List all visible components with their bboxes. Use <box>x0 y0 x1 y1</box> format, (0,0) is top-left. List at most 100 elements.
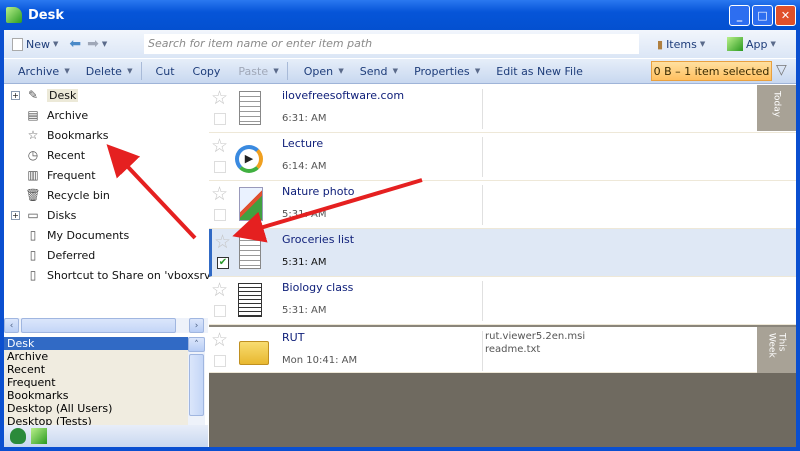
folder-icon: ▯ <box>29 228 37 242</box>
search-input[interactable]: Search for item name or enter item path <box>144 34 639 54</box>
attachment-file[interactable]: readme.txt <box>485 343 585 356</box>
main-toolbar: New ▼ ⬅ ➡ ▼ Search for item name or enter … <box>4 30 796 58</box>
delete-button[interactable]: Delete ▼ <box>78 65 141 78</box>
properties-button[interactable]: Properties ▼ <box>406 65 488 78</box>
app-menu-button[interactable]: App ▼ <box>719 37 784 51</box>
selection-status-badge: 0 B – 1 item selected <box>651 61 772 81</box>
media-icon: ▶ <box>235 145 263 173</box>
item-checkbox[interactable] <box>214 355 226 367</box>
scroll-left-button[interactable]: ‹ <box>4 318 19 333</box>
close-button[interactable]: ✕ <box>775 5 796 26</box>
notepad-icon <box>239 91 261 125</box>
cut-button[interactable]: Cut <box>142 65 189 78</box>
minimize-button[interactable]: _ <box>729 5 750 26</box>
attachments: rut.viewer5.2en.msi readme.txt <box>485 330 585 356</box>
desk-list-item[interactable]: Desktop (Tests) <box>4 415 188 425</box>
scroll-right-button[interactable]: › <box>189 318 204 333</box>
back-button[interactable]: ⬅ <box>66 36 84 52</box>
send-button[interactable]: Send ▼ <box>352 65 406 78</box>
item-checkbox[interactable] <box>214 161 226 173</box>
star-icon[interactable]: ☆ <box>211 281 228 300</box>
star-icon: ☆ <box>27 128 39 142</box>
open-button[interactable]: Open ▼ <box>288 65 352 78</box>
item-list: ☆ ilovefreesoftware.com 6:31: AM ☆ ▶ Lect… <box>209 85 796 447</box>
list-item[interactable]: ☆ ✔ Groceries list 5:31: AM <box>209 229 796 277</box>
desk-list-item[interactable]: Desk <box>4 337 188 350</box>
list-item[interactable]: ☆ ▶ Lecture 6:14: AM <box>209 133 796 181</box>
items-menu-button[interactable]: ▮ Items ▼ <box>649 38 713 51</box>
list-item[interactable]: ☆ ilovefreesoftware.com 6:31: AM <box>209 85 796 133</box>
item-checkbox[interactable] <box>214 209 226 221</box>
disk-icon: ▭ <box>27 208 39 222</box>
star-icon[interactable]: ☆ <box>211 331 228 350</box>
feather-icon: ✎ <box>27 88 39 102</box>
item-checkbox[interactable]: ✔ <box>217 257 229 269</box>
tree-item-recycle-bin[interactable]: 🗑 Recycle bin <box>4 185 109 205</box>
tree-item-deferred[interactable]: ▯ Deferred <box>4 245 96 265</box>
new-document-icon <box>12 37 23 51</box>
scroll-thumb[interactable] <box>189 354 204 416</box>
window-title: Desk <box>28 7 64 23</box>
attachment-file[interactable]: rut.viewer5.2en.msi <box>485 330 585 343</box>
archive-box-icon: ▤ <box>27 108 39 122</box>
forward-arrow-icon: ➡ <box>87 36 99 52</box>
desk-list-scrollbar[interactable]: ˄ <box>188 337 205 425</box>
back-arrow-icon: ⬅ <box>69 36 82 52</box>
star-icon[interactable]: ☆ <box>211 137 228 156</box>
group-label-this-week: This Week <box>757 327 796 373</box>
desk-list-item[interactable]: Recent <box>4 363 188 376</box>
app-icon[interactable] <box>31 428 47 444</box>
expand-icon[interactable]: + <box>11 90 20 100</box>
items-icon: ▮ <box>657 37 664 51</box>
tree-item-recent[interactable]: ◷ Recent <box>4 145 85 165</box>
desk-list-item[interactable]: Desktop (All Users) <box>4 402 188 415</box>
tree-item-frequent[interactable]: ▥ Frequent <box>4 165 95 185</box>
paint-icon <box>239 187 263 221</box>
folder-icon: ▯ <box>29 268 37 282</box>
star-icon[interactable]: ☆ <box>211 185 228 204</box>
bars-icon: ▥ <box>27 168 39 182</box>
scroll-up-button[interactable]: ˄ <box>188 337 205 352</box>
tree-item-archive[interactable]: ▤ Archive <box>4 105 88 125</box>
tree-item-bookmarks[interactable]: ☆ Bookmarks <box>4 125 109 145</box>
desk-list: Desk Archive Recent Frequent Bookmarks D… <box>4 337 188 425</box>
folder-icon: ▯ <box>29 248 37 262</box>
tree-horizontal-scrollbar[interactable]: ‹ › <box>4 318 208 333</box>
item-checkbox[interactable] <box>214 305 226 317</box>
forward-button[interactable]: ➡ ▼ <box>84 36 110 52</box>
new-button[interactable]: New ▼ <box>4 37 66 51</box>
star-icon[interactable]: ☆ <box>211 89 228 108</box>
scroll-thumb[interactable] <box>21 318 176 333</box>
filter-icon[interactable]: ▽ <box>776 62 787 78</box>
title-bar: Desk _ □ ✕ <box>0 0 800 30</box>
expand-icon[interactable]: + <box>11 210 20 220</box>
clock-icon: ◷ <box>27 148 39 162</box>
desk-list-item[interactable]: Frequent <box>4 376 188 389</box>
desk-list-item[interactable]: Archive <box>4 350 188 363</box>
paste-button[interactable]: Paste ▼ <box>230 65 286 78</box>
folder-tree: + ✎ Desk ▤ Archive ☆ Bookmarks ◷ Recent ▥ Freq… <box>4 85 236 317</box>
document-icon <box>238 283 262 317</box>
app-logo-icon <box>6 7 22 23</box>
list-item[interactable]: ☆ Biology class 5:31: AM <box>209 277 796 325</box>
notepad-icon <box>239 235 261 269</box>
tree-item-disks[interactable]: + ▭ Disks <box>4 205 76 225</box>
group-label-today: Today <box>757 85 796 131</box>
tree-item-my-documents[interactable]: ▯ My Documents <box>4 225 130 245</box>
folder-icon <box>239 341 269 365</box>
app-icon <box>727 37 743 51</box>
desk-list-item[interactable]: Bookmarks <box>4 389 188 402</box>
tree-item-share-shortcut[interactable]: ▯ Shortcut to Share on 'vboxsrv' (E:) <box>4 265 237 285</box>
mouse-icon[interactable] <box>10 428 26 444</box>
bottom-bar <box>4 425 208 447</box>
list-item[interactable]: ☆ RUT Mon 10:41: AM rut.viewer5.2en.msi re… <box>209 325 796 373</box>
star-icon[interactable]: ☆ <box>214 233 231 252</box>
list-item[interactable]: ☆ Nature photo 5:31: AM <box>209 181 796 229</box>
edit-as-new-file-button[interactable]: Edit as New File <box>488 65 591 78</box>
archive-button[interactable]: Archive ▼ <box>4 65 78 78</box>
copy-button[interactable]: Copy <box>189 65 231 78</box>
tree-item-desk[interactable]: + ✎ Desk <box>4 85 79 105</box>
maximize-button[interactable]: □ <box>752 5 773 26</box>
item-checkbox[interactable] <box>214 113 226 125</box>
trash-icon: 🗑 <box>25 188 41 202</box>
